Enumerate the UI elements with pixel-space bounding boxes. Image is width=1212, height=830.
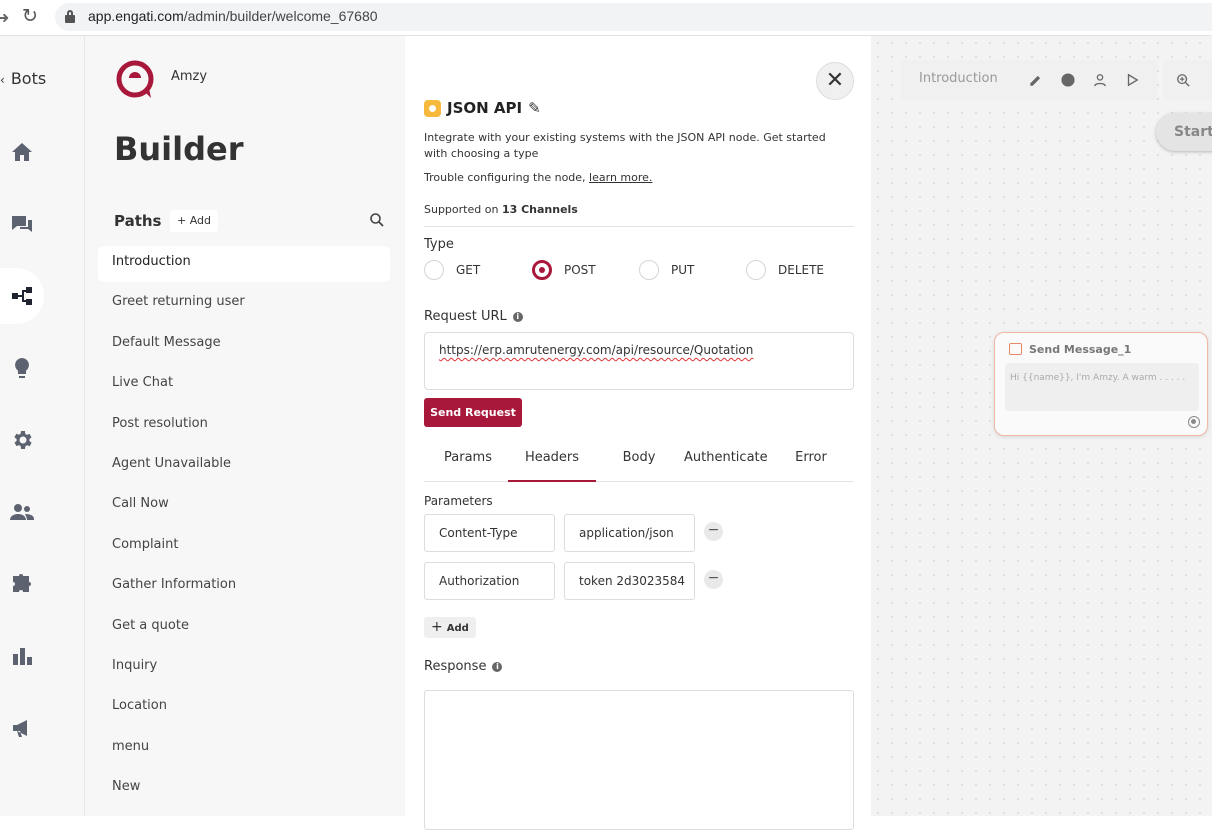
node-title: JSON API: [447, 99, 523, 117]
parameter-key-input[interactable]: Authorization: [424, 562, 555, 600]
add-path-button[interactable]: + Add: [170, 210, 219, 232]
supported-channels: Supported on 13 Channels: [424, 203, 578, 216]
canvas-path-name: Introduction: [919, 71, 998, 86]
request-url-input[interactable]: https://erp.amrutenergy.com/api/resource…: [424, 332, 854, 390]
message-node-title: Send Message_1: [1029, 343, 1132, 356]
tab-params[interactable]: Params: [444, 446, 492, 482]
parameter-value-input[interactable]: application/json: [564, 514, 695, 552]
path-item-location[interactable]: Location: [98, 690, 390, 730]
radio-post[interactable]: POST: [532, 260, 596, 280]
users-icon[interactable]: [0, 484, 44, 540]
zoom-toolbar: [1163, 60, 1212, 100]
divider: [424, 226, 854, 227]
bots-link[interactable]: ‹ Bots: [0, 69, 46, 88]
flow-canvas[interactable]: Introduction Start Send Message_1 Hi {{n…: [871, 36, 1212, 816]
paths-panel: Amzy Builder Paths + Add Introduction Gr…: [85, 36, 405, 816]
parameter-row: Content-Type application/json −: [424, 514, 734, 552]
output-port-icon[interactable]: [1188, 416, 1200, 428]
request-url-label: Request URL i: [424, 309, 523, 324]
zoom-in-icon[interactable]: [1176, 72, 1192, 88]
path-list: Introduction Greet returning user Defaul…: [98, 246, 390, 811]
send-message-node[interactable]: Send Message_1 Hi {{name}}, I'm Amzy. A …: [994, 332, 1208, 436]
plus-icon: +: [431, 619, 443, 635]
path-item-menu[interactable]: menu: [98, 731, 390, 771]
radio-get[interactable]: GET: [424, 260, 480, 280]
trouble-text: Trouble configuring the node, learn more…: [424, 171, 653, 184]
node-tabs: Params Headers Body Authenticate Error: [424, 446, 854, 482]
path-item-call-now[interactable]: Call Now: [98, 488, 390, 528]
edit-pencil-icon[interactable]: ✎: [528, 99, 541, 117]
close-button[interactable]: ✕: [816, 62, 854, 100]
reload-icon[interactable]: ↻: [22, 5, 38, 27]
close-icon: ✕: [825, 68, 845, 93]
type-radio-group: GET POST PUT DELETE: [424, 260, 854, 282]
canvas-toolbar: Introduction: [901, 60, 1157, 100]
path-item-gather-information[interactable]: Gather Information: [98, 569, 390, 609]
bot-name: Amzy: [171, 69, 208, 84]
paths-heading: Paths: [114, 212, 162, 230]
megaphone-icon[interactable]: [0, 700, 44, 756]
info-icon[interactable]: i: [492, 661, 503, 672]
home-icon[interactable]: [0, 124, 44, 180]
chat-icon[interactable]: [0, 196, 44, 252]
json-api-node-panel: ✕ JSON API ✎ Integrate with your existin…: [405, 36, 871, 830]
tab-error[interactable]: Error: [793, 446, 829, 482]
learn-more-link[interactable]: learn more.: [589, 171, 652, 184]
node-description: Integrate with your existing systems wit…: [424, 131, 826, 160]
search-icon[interactable]: [369, 212, 385, 228]
type-label: Type: [424, 237, 454, 252]
response-label: Response i: [424, 659, 503, 674]
puzzle-icon[interactable]: [0, 556, 44, 612]
path-item-complaint[interactable]: Complaint: [98, 529, 390, 569]
add-parameter-button[interactable]: + Add: [424, 617, 476, 638]
user-icon[interactable]: [1093, 72, 1109, 88]
radio-put[interactable]: PUT: [639, 260, 694, 280]
address-bar[interactable]: app.engati.com/admin/builder/welcome_676…: [55, 3, 1212, 31]
bulb-icon[interactable]: [0, 340, 44, 396]
parameters-label: Parameters: [424, 494, 493, 508]
engati-logo: [116, 60, 154, 98]
gear-icon[interactable]: [0, 412, 44, 468]
path-item-inquiry[interactable]: Inquiry: [98, 650, 390, 690]
lock-icon: [65, 10, 75, 23]
info-icon[interactable]: [1061, 72, 1077, 88]
path-item-post-resolution[interactable]: Post resolution: [98, 408, 390, 448]
json-api-icon: [424, 99, 441, 117]
node-header: JSON API ✎: [424, 99, 541, 117]
forward-arrow-icon[interactable]: ➜: [0, 8, 9, 27]
url-text: app.engati.com/admin/builder/welcome_676…: [88, 8, 378, 24]
tab-authenticate[interactable]: Authenticate: [684, 446, 768, 482]
path-item-default-message[interactable]: Default Message: [98, 327, 390, 367]
path-item-new[interactable]: New: [98, 771, 390, 811]
info-icon[interactable]: i: [512, 311, 523, 322]
message-icon: [1009, 343, 1022, 355]
path-item-greet-returning-user[interactable]: Greet returning user: [98, 286, 390, 326]
path-item-get-a-quote[interactable]: Get a quote: [98, 610, 390, 650]
tab-headers[interactable]: Headers: [508, 446, 596, 482]
remove-parameter-button[interactable]: −: [704, 570, 723, 589]
left-icon-rail: ‹ Bots: [0, 36, 85, 816]
play-icon[interactable]: [1125, 72, 1141, 88]
start-node[interactable]: Start: [1156, 113, 1212, 151]
send-request-button[interactable]: Send Request: [424, 398, 522, 427]
edit-pencil-icon[interactable]: [1029, 72, 1045, 88]
page-title: Builder: [114, 130, 244, 168]
parameter-value-input[interactable]: token 2d3023584: [564, 562, 695, 600]
radio-delete[interactable]: DELETE: [746, 260, 824, 280]
parameter-row: Authorization token 2d3023584 −: [424, 562, 734, 600]
remove-parameter-button[interactable]: −: [704, 522, 723, 541]
bar-chart-icon[interactable]: [0, 628, 44, 684]
path-item-introduction[interactable]: Introduction: [98, 246, 390, 282]
message-node-preview: Hi {{name}}, I'm Amzy. A warm . . . . .: [1005, 363, 1199, 411]
response-textarea[interactable]: [424, 690, 854, 830]
path-item-agent-unavailable[interactable]: Agent Unavailable: [98, 448, 390, 488]
parameter-key-input[interactable]: Content-Type: [424, 514, 555, 552]
tab-body[interactable]: Body: [619, 446, 659, 482]
browser-toolbar: ➜ ↻ app.engati.com/admin/builder/welcome…: [0, 0, 1212, 36]
path-item-live-chat[interactable]: Live Chat: [98, 367, 390, 407]
builder-flow-icon[interactable]: [0, 268, 44, 324]
